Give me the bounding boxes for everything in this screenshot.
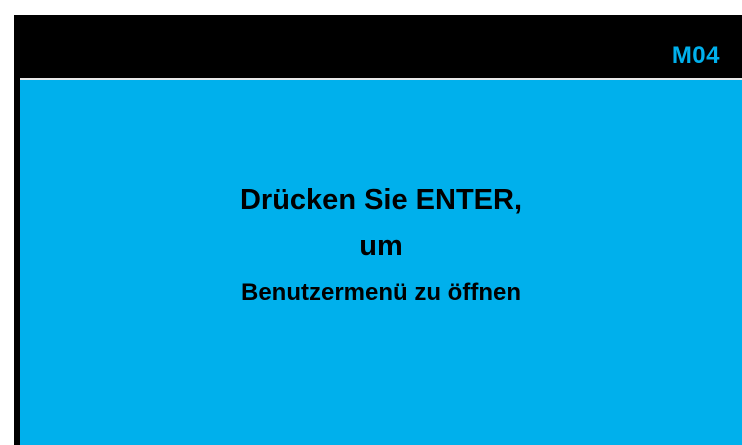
instruction-message: Drücken Sie ENTER, um Benutzermenü zu öf… [20,180,742,310]
header-bar: M04 [20,32,742,80]
message-line-3: Benutzermenü zu öffnen [241,279,521,306]
screen-code-label: M04 [671,42,720,69]
message-line-2: um [359,230,403,262]
message-line-1: Drücken Sie ENTER, [239,184,523,216]
